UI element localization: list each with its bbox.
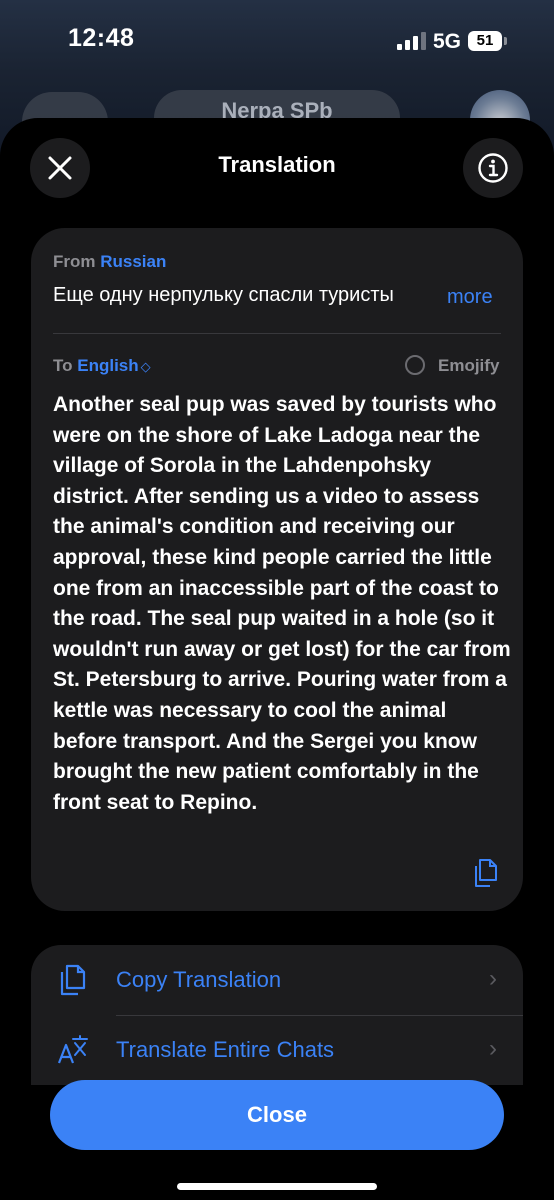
source-language: Russian (100, 252, 167, 271)
from-label: From (53, 252, 96, 271)
battery-nub (504, 37, 507, 45)
translate-entire-chats-row[interactable]: Translate Entire Chats › (31, 1015, 523, 1085)
battery-icon: 51 (468, 31, 502, 51)
status-bar: 12:48 5G 51 (0, 0, 554, 90)
battery-level: 51 (476, 32, 494, 49)
home-indicator[interactable] (177, 1183, 377, 1190)
chevron-updown-icon: ◇ (140, 359, 151, 374)
emojify-label: Emojify (438, 356, 500, 375)
translate-entire-chats-label: Translate Entire Chats (116, 1037, 335, 1062)
copy-icon[interactable] (472, 858, 500, 888)
close-button[interactable]: Close (50, 1080, 504, 1150)
to-label: To (53, 356, 73, 375)
cellular-signal-icon (397, 32, 427, 50)
copy-translation-row[interactable]: Copy Translation › (31, 945, 523, 1016)
source-language-row: From Russian (53, 252, 166, 272)
translate-icon (57, 1035, 88, 1064)
target-language-selector[interactable]: English (77, 356, 138, 375)
card-divider (53, 333, 501, 334)
translated-text: Another seal pup was saved by tourists w… (53, 393, 511, 814)
original-text-fade (400, 284, 445, 314)
chevron-right-icon: › (489, 965, 497, 992)
copy-translation-label: Copy Translation (116, 967, 282, 992)
target-language-row[interactable]: To English ◇ (53, 356, 151, 376)
copy-icon (60, 964, 86, 996)
emojify-toggle[interactable] (405, 355, 425, 375)
chevron-right-icon: › (489, 1035, 497, 1062)
actions-list: Copy Translation › Translate Entire Chat… (31, 945, 523, 1085)
info-button[interactable] (463, 138, 523, 198)
more-link[interactable]: more (447, 286, 493, 309)
network-type: 5G (433, 30, 462, 53)
info-icon (478, 153, 508, 183)
original-text: Еще одну нерпульку спасли туристы (53, 284, 394, 306)
status-time: 12:48 (68, 24, 135, 52)
